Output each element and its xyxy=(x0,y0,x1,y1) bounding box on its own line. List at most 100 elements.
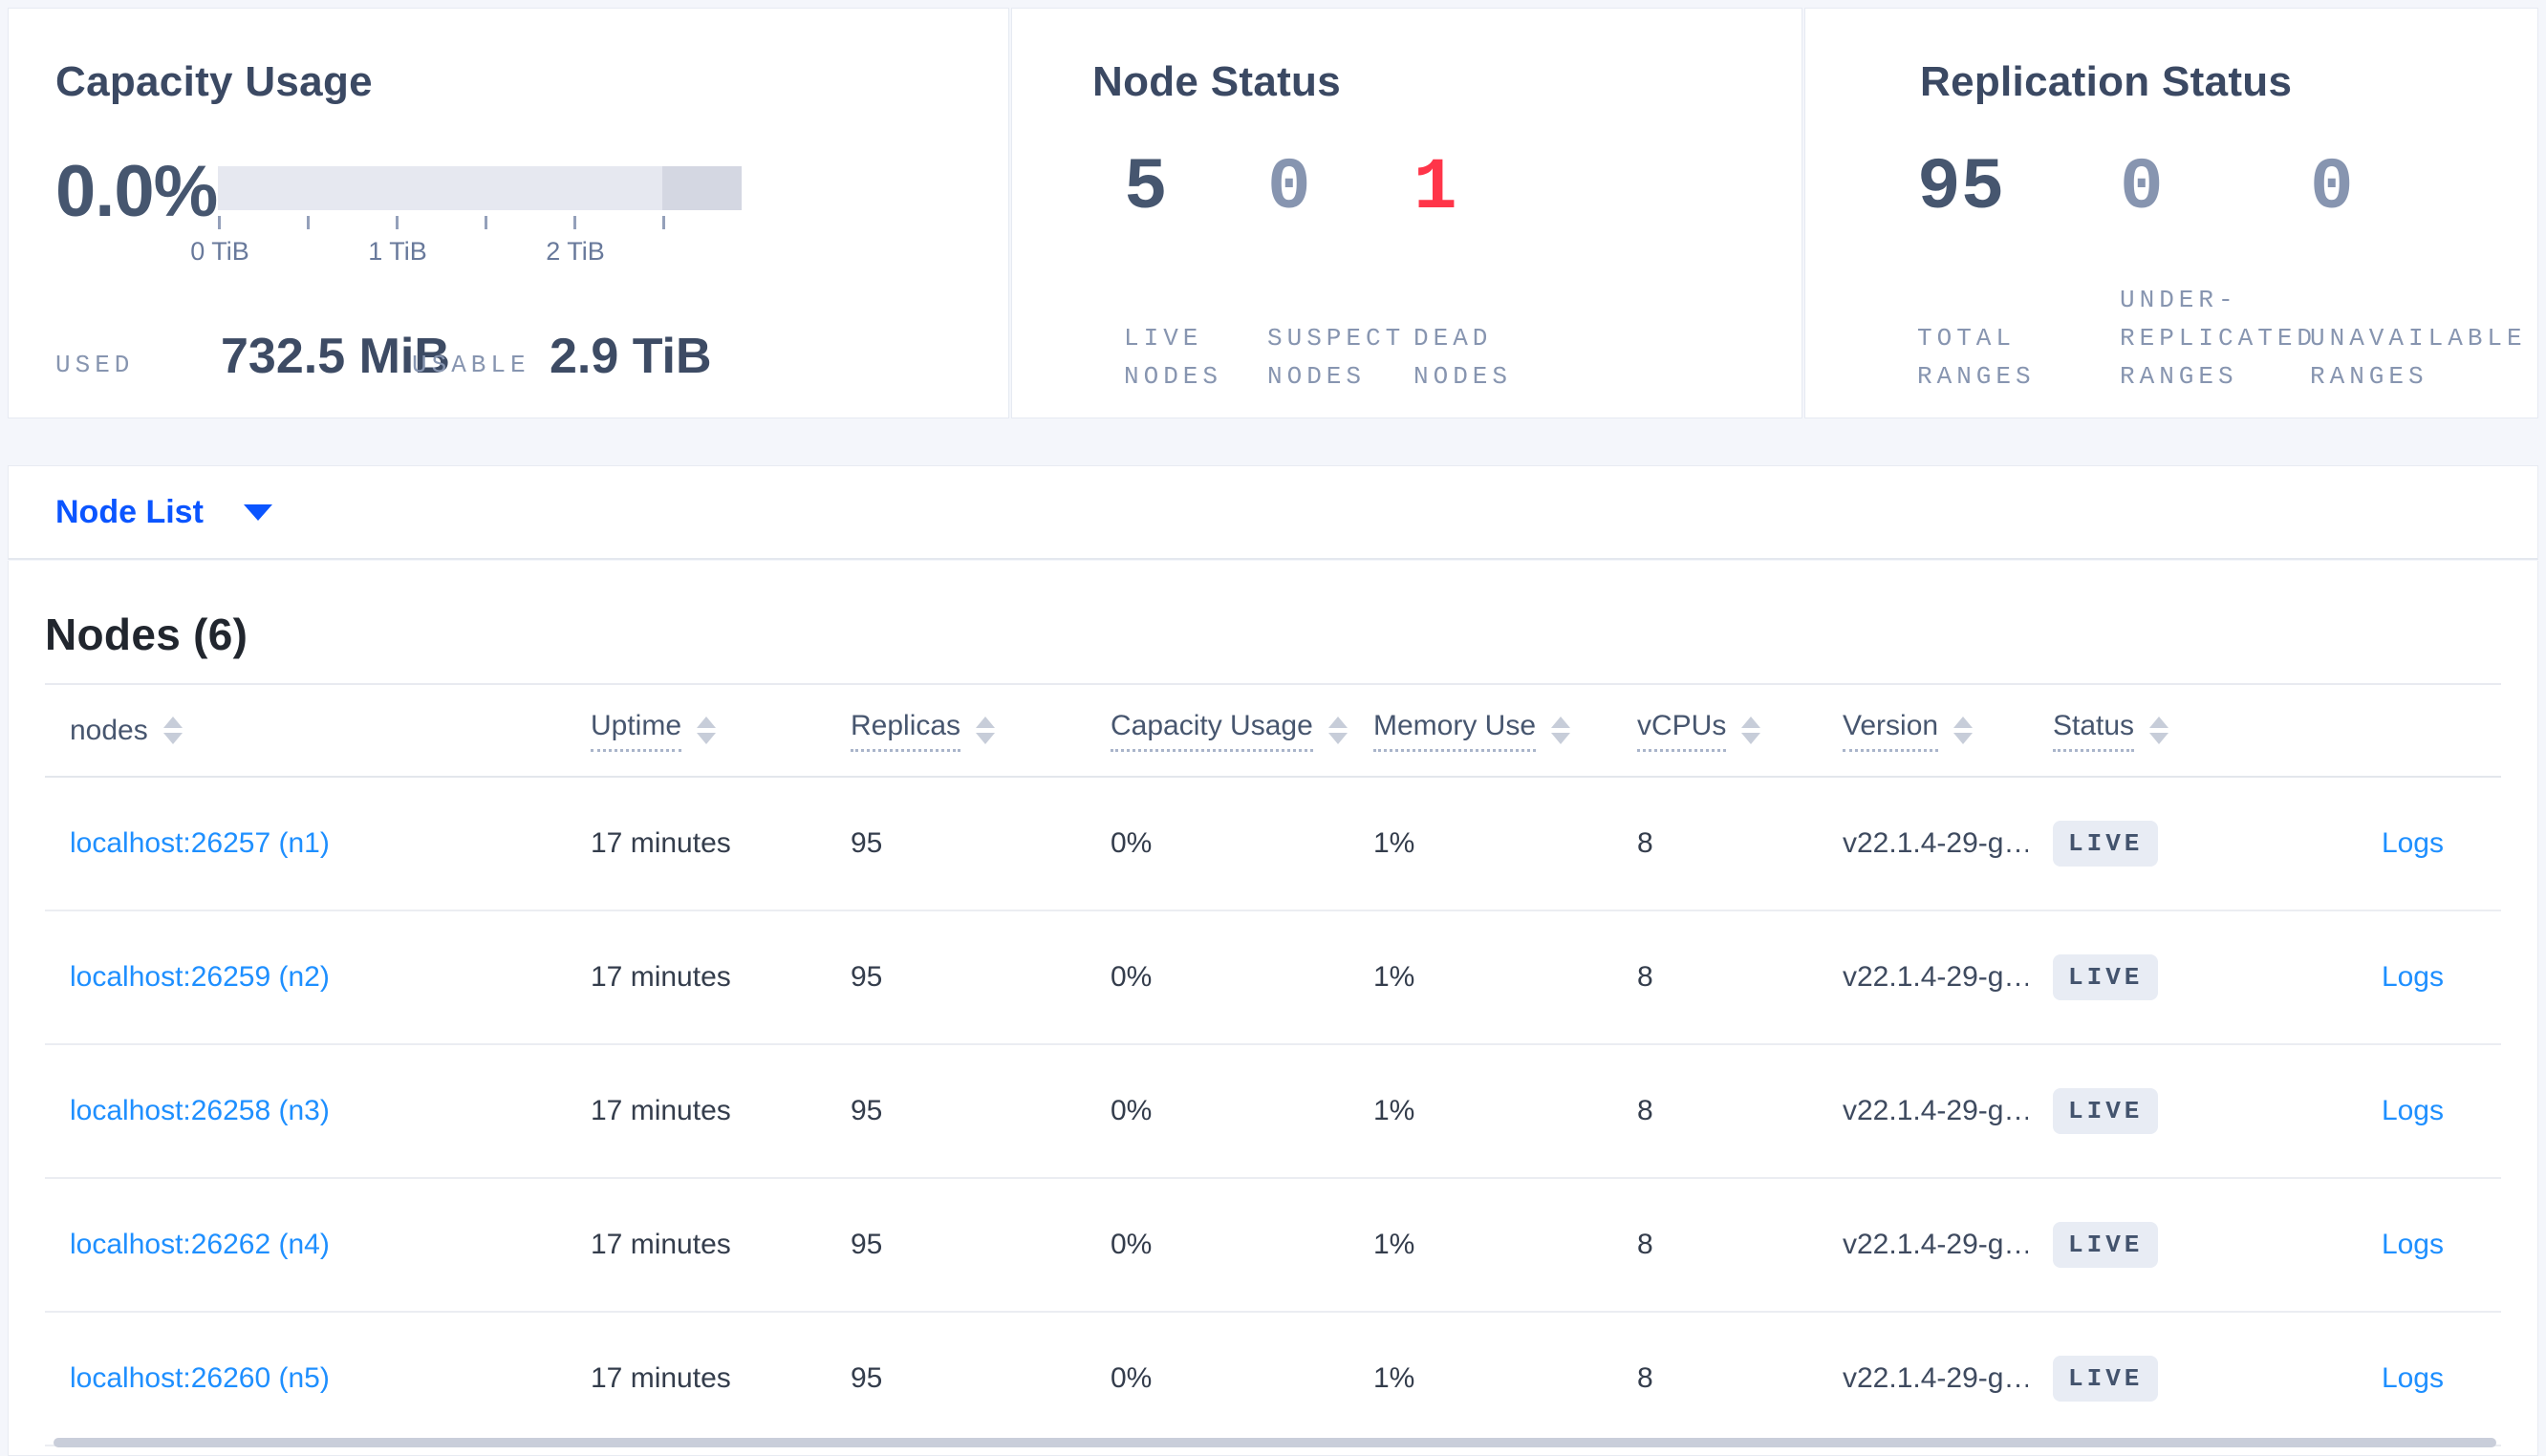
column-header-version[interactable]: Version xyxy=(1818,710,2028,752)
sort-icon xyxy=(976,717,996,744)
table-row: localhost:26259 (n2) 17 minutes 95 0% 1%… xyxy=(45,911,2501,1045)
sort-icon xyxy=(2149,717,2169,744)
memory-cell: 1% xyxy=(1373,1095,1415,1126)
capacity-cell: 0% xyxy=(1111,961,1153,993)
unavailable-ranges-value: 0 xyxy=(2310,147,2354,229)
memory-cell: 1% xyxy=(1373,1229,1415,1260)
node-list-dropdown[interactable]: Node List xyxy=(55,494,272,531)
uptime-cell: 17 minutes xyxy=(591,1095,731,1126)
usable-label: USABLE xyxy=(412,351,530,379)
table-row: localhost:26258 (n3) 17 minutes 95 0% 1%… xyxy=(45,1045,2501,1179)
logs-link[interactable]: Logs xyxy=(2382,827,2444,859)
column-header-memory-use[interactable]: Memory Use xyxy=(1349,710,1612,752)
horizontal-scrollbar[interactable] xyxy=(54,1438,2496,1447)
logs-link[interactable]: Logs xyxy=(2382,1362,2444,1394)
vcpus-cell: 8 xyxy=(1637,827,1653,859)
node-link[interactable]: localhost:26259 (n2) xyxy=(70,961,330,993)
capacity-usage-panel: Capacity Usage 0.0% 0 TiB 1 TiB 2 TiB US… xyxy=(8,8,1009,418)
version-cell: v22.1.4-29-g… xyxy=(1843,1362,2028,1394)
nodes-table-card: Nodes (6) nodes Uptime Replicas Capacity… xyxy=(8,561,2538,1456)
node-list-dropdown-label: Node List xyxy=(55,493,204,530)
column-header-uptime[interactable]: Uptime xyxy=(566,710,826,752)
dead-nodes-value: 1 xyxy=(1413,147,1457,229)
vcpus-cell: 8 xyxy=(1637,1229,1653,1260)
replicas-cell: 95 xyxy=(851,1362,883,1394)
axis-tick xyxy=(485,216,487,229)
sort-icon xyxy=(1551,717,1571,744)
node-link[interactable]: localhost:26262 (n4) xyxy=(70,1229,330,1260)
used-label: USED xyxy=(55,351,135,379)
status-badge: LIVE xyxy=(2053,1222,2159,1268)
nodes-section-title: Nodes (6) xyxy=(45,610,248,659)
under-replicated-ranges-label: UNDER- REPLICATED RANGES xyxy=(2120,286,2318,391)
node-status-values: 5 0 1 xyxy=(1124,152,1624,225)
logs-link[interactable]: Logs xyxy=(2382,961,2444,993)
sort-icon xyxy=(162,717,183,744)
axis-tick-label: 2 TiB xyxy=(546,237,605,266)
summary-stats-strip: Capacity Usage 0.0% 0 TiB 1 TiB 2 TiB US… xyxy=(8,8,2538,418)
column-header-status[interactable]: Status xyxy=(2028,710,2248,752)
total-ranges-label: TOTAL RANGES xyxy=(1917,324,2036,391)
unavailable-ranges-label: UNAVAILABLE RANGES xyxy=(2310,324,2527,391)
logs-link[interactable]: Logs xyxy=(2382,1229,2444,1260)
node-link[interactable]: localhost:26258 (n3) xyxy=(70,1095,330,1126)
version-cell: v22.1.4-29-g… xyxy=(1843,827,2028,859)
version-cell: v22.1.4-29-g… xyxy=(1843,961,2028,993)
logs-link[interactable]: Logs xyxy=(2382,1095,2444,1126)
capacity-cell: 0% xyxy=(1111,1095,1153,1126)
total-ranges-value: 95 xyxy=(1917,147,2005,229)
table-row: localhost:26257 (n1) 17 minutes 95 0% 1%… xyxy=(45,778,2501,911)
usable-value: 2.9 TiB xyxy=(550,329,712,384)
node-status-panel: Node Status 5 0 1 LIVE NODES SUSPECT NOD… xyxy=(1011,8,1802,418)
replicas-cell: 95 xyxy=(851,827,883,859)
capacity-cell: 0% xyxy=(1111,1229,1153,1260)
axis-tick xyxy=(218,216,221,229)
column-header-replicas[interactable]: Replicas xyxy=(826,710,1086,752)
node-link[interactable]: localhost:26257 (n1) xyxy=(70,827,330,859)
axis-tick-label: 0 TiB xyxy=(190,237,249,266)
vcpus-cell: 8 xyxy=(1637,1362,1653,1394)
replicas-cell: 95 xyxy=(851,1095,883,1126)
suspect-nodes-label: SUSPECT NODES xyxy=(1267,324,1406,391)
under-replicated-ranges-value: 0 xyxy=(2120,147,2164,229)
uptime-cell: 17 minutes xyxy=(591,1229,731,1260)
memory-cell: 1% xyxy=(1373,827,1415,859)
vcpus-cell: 8 xyxy=(1637,961,1653,993)
uptime-cell: 17 minutes xyxy=(591,1362,731,1394)
capacity-axis: 0 TiB 1 TiB 2 TiB xyxy=(190,216,742,273)
sort-icon xyxy=(1327,717,1348,744)
status-badge: LIVE xyxy=(2053,954,2159,1000)
node-link[interactable]: localhost:26260 (n5) xyxy=(70,1362,330,1394)
nodes-table-body: localhost:26257 (n1) 17 minutes 95 0% 1%… xyxy=(45,778,2501,1446)
version-cell: v22.1.4-29-g… xyxy=(1843,1229,2028,1260)
node-status-labels: LIVE NODES SUSPECT NODES DEAD NODES xyxy=(1124,290,1624,396)
capacity-percent-value: 0.0% xyxy=(55,151,218,232)
column-header-capacity-usage[interactable]: Capacity Usage xyxy=(1086,710,1349,752)
view-selector-bar: Node List xyxy=(8,465,2538,560)
replication-status-panel: Replication Status 95 0 0 TOTAL RANGES U… xyxy=(1804,8,2538,418)
capacity-cell: 0% xyxy=(1111,1362,1153,1394)
capacity-usage-title: Capacity Usage xyxy=(55,58,373,105)
capacity-cell: 0% xyxy=(1111,827,1153,859)
memory-cell: 1% xyxy=(1373,961,1415,993)
live-nodes-label: LIVE NODES xyxy=(1124,324,1223,391)
capacity-used-usable: USED 732.5 MiB USABLE 2.9 TiB xyxy=(9,326,1008,393)
status-badge: LIVE xyxy=(2053,821,2159,867)
replicas-cell: 95 xyxy=(851,961,883,993)
uptime-cell: 17 minutes xyxy=(591,827,731,859)
axis-tick xyxy=(307,216,310,229)
live-nodes-value: 5 xyxy=(1124,147,1168,229)
axis-tick xyxy=(573,216,576,229)
column-header-vcpus[interactable]: vCPUs xyxy=(1612,710,1818,752)
replication-status-title: Replication Status xyxy=(1920,58,2293,105)
dead-nodes-label: DEAD NODES xyxy=(1413,324,1513,391)
replication-labels: TOTAL RANGES UNDER- REPLICATED RANGES UN… xyxy=(1917,286,2539,396)
axis-tick-label: 1 TiB xyxy=(368,237,427,266)
sort-icon xyxy=(1953,717,1974,744)
axis-tick xyxy=(396,216,399,229)
uptime-cell: 17 minutes xyxy=(591,961,731,993)
status-badge: LIVE xyxy=(2053,1356,2159,1402)
node-status-title: Node Status xyxy=(1092,58,1341,105)
column-header-nodes[interactable]: nodes xyxy=(45,715,566,747)
sort-icon xyxy=(697,717,717,744)
